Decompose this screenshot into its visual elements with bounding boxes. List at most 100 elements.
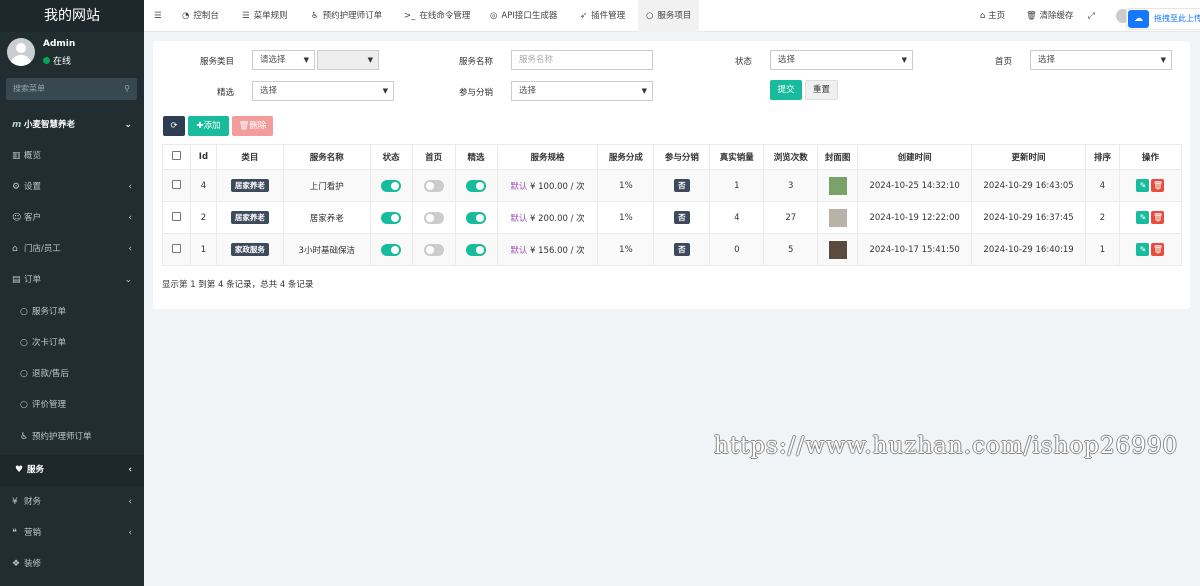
- tab-nurse-orders[interactable]: ♿ 预约护理师订单: [303, 0, 390, 32]
- row-featured: [454, 233, 498, 266]
- header-checkbox-cell[interactable]: [162, 144, 191, 170]
- delete-row-button[interactable]: 🗑: [1151, 211, 1165, 224]
- sidebar-search-input[interactable]: 搜索菜单 ⚲: [6, 78, 137, 100]
- category-select[interactable]: 请选择 ▼: [252, 50, 315, 70]
- featured-toggle[interactable]: [466, 211, 487, 224]
- header-created[interactable]: 创建时间: [857, 144, 973, 170]
- sidebar-item-customers[interactable]: ☺ 客户 ‹: [0, 203, 144, 234]
- circle-icon: ○: [20, 307, 28, 317]
- row-actions: ✎ 🗑: [1118, 169, 1183, 202]
- sidebar-item-services[interactable]: ♥ 服务 ‹: [0, 455, 144, 486]
- distribution-label: 参与分销: [458, 88, 493, 98]
- edit-button[interactable]: ✎: [1136, 211, 1150, 224]
- status-toggle[interactable]: [381, 211, 402, 224]
- distribution-tag: 否: [674, 179, 690, 192]
- header-category: 类目: [215, 144, 284, 170]
- sidebar-item-settings[interactable]: ⚙ 设置 ‹: [0, 172, 144, 203]
- home-button[interactable]: ⌂ 主页: [980, 0, 1005, 32]
- table-row: 1 家政服务 3小时基础保洁 默认 ¥ 156.00 / 次 1% 否 0 5 …: [162, 233, 1183, 266]
- dashboard-icon: ◔: [182, 11, 190, 21]
- delete-button[interactable]: 🗑删除: [232, 116, 273, 136]
- sidebar-item-service-orders[interactable]: ○ 服务订单: [0, 297, 144, 328]
- cover-thumbnail[interactable]: [828, 240, 847, 259]
- status-toggle[interactable]: [381, 243, 402, 256]
- header-views: 浏览次数: [763, 144, 819, 170]
- submit-button[interactable]: 提交: [770, 80, 802, 100]
- distribution-select[interactable]: 选择 ▼: [511, 81, 653, 101]
- sidebar-item-nurse-orders[interactable]: ♿ 预约护理师订单: [0, 422, 144, 453]
- sidebar-item-marketing[interactable]: ❝ 营销 ‹: [0, 518, 144, 549]
- sidebar-item-stores[interactable]: ⌂ 门店/员工 ‹: [0, 234, 144, 265]
- row-spec: 默认 ¥ 156.00 / 次: [496, 233, 599, 266]
- app-logo[interactable]: 我的网站: [0, 0, 144, 32]
- header-id[interactable]: Id: [189, 144, 217, 170]
- rocket-icon: ➶: [580, 11, 588, 21]
- edit-button[interactable]: ✎: [1136, 179, 1150, 192]
- header-home: 首页: [411, 144, 456, 170]
- reset-button[interactable]: 重置: [805, 80, 838, 100]
- sidebar-item-reviews[interactable]: ○ 评价管理: [0, 390, 144, 421]
- header-sort[interactable]: 排序: [1085, 144, 1120, 170]
- featured-select[interactable]: 选择 ▼: [252, 81, 394, 101]
- featured-toggle[interactable]: [466, 243, 487, 256]
- subcategory-select[interactable]: ▼: [317, 50, 379, 70]
- service-name-input[interactable]: 服务名称: [511, 50, 653, 70]
- row-cover: [817, 233, 859, 266]
- row-commission: 1%: [597, 201, 655, 234]
- sidebar-toggle-button[interactable]: ☰: [146, 0, 170, 32]
- cover-thumbnail[interactable]: [828, 176, 847, 195]
- online-dot-icon: [43, 57, 50, 64]
- edit-button[interactable]: ✎: [1136, 243, 1150, 256]
- delete-row-button[interactable]: 🗑: [1151, 243, 1165, 256]
- tab-menu-rules[interactable]: ☰ 菜单规则: [234, 0, 296, 32]
- tab-api-generator[interactable]: ◎ API接口生成器: [482, 0, 565, 32]
- select-all-checkbox[interactable]: [171, 151, 181, 160]
- home-toggle[interactable]: [423, 243, 444, 256]
- clear-cache-button[interactable]: 🗑 清除缓存: [1026, 0, 1074, 32]
- sidebar-item-refunds[interactable]: ○ 退款/售后: [0, 359, 144, 390]
- spec-label: 默认: [510, 213, 528, 224]
- status-toggle[interactable]: [381, 179, 402, 192]
- circle-icon: ○: [20, 369, 28, 379]
- row-checkbox[interactable]: [171, 243, 181, 253]
- home-filter-select[interactable]: 选择 ▼: [1030, 50, 1172, 70]
- add-button[interactable]: ✚添加: [188, 116, 229, 136]
- sidebar-item-orders[interactable]: ▤ 订单 ⌄: [0, 265, 144, 296]
- header-actions: 操作: [1118, 144, 1183, 170]
- row-status: [369, 169, 413, 202]
- header-cover: 封面图: [817, 144, 859, 170]
- sidebar-item-card-orders[interactable]: ○ 次卡订单: [0, 328, 144, 359]
- row-checkbox[interactable]: [171, 179, 181, 189]
- sidebar-item-overview[interactable]: ▥ 概览: [0, 141, 144, 172]
- row-checkbox-cell[interactable]: [162, 169, 191, 202]
- upload-extension-widget[interactable]: ☁ 拖拽至此上传: [1126, 8, 1200, 30]
- header-updated[interactable]: 更新时间: [971, 144, 1087, 170]
- wheelchair-icon: ♿: [20, 432, 29, 442]
- row-distribution: 否: [653, 169, 711, 202]
- tab-plugins[interactable]: ➶ 插件管理: [572, 0, 633, 32]
- tab-dashboard[interactable]: ◔ 控制台: [174, 0, 227, 32]
- featured-toggle[interactable]: [466, 179, 487, 192]
- refresh-button[interactable]: ⟳: [163, 116, 185, 136]
- sidebar-item-finance[interactable]: ¥ 财务 ‹: [0, 487, 144, 518]
- home-toggle[interactable]: [423, 211, 444, 224]
- tab-online-command[interactable]: >_ 在线命令管理: [396, 0, 478, 32]
- user-name: Admin: [43, 39, 76, 49]
- hamburger-icon: ☰: [154, 11, 162, 21]
- caret-down-icon: ▼: [382, 87, 388, 95]
- row-checkbox-cell[interactable]: [162, 233, 191, 266]
- row-distribution: 否: [653, 201, 711, 234]
- row-checkbox[interactable]: [171, 211, 181, 221]
- user-status: 在线: [43, 54, 71, 67]
- sidebar-item-decoration[interactable]: ❖ 装修: [0, 549, 144, 580]
- row-checkbox-cell[interactable]: [162, 201, 191, 234]
- row-created: 2024-10-25 14:32:10: [857, 169, 973, 202]
- cover-thumbnail[interactable]: [828, 208, 847, 227]
- status-select[interactable]: 选择 ▼: [770, 50, 913, 70]
- fullscreen-button[interactable]: ⤢: [1088, 0, 1095, 32]
- sidebar-item-brand[interactable]: m 小麦智慧养老 ⌄: [0, 110, 144, 141]
- tab-service-items[interactable]: ○ 服务项目: [638, 0, 700, 32]
- delete-row-button[interactable]: 🗑: [1151, 179, 1165, 192]
- chevron-left-icon: ‹: [128, 213, 132, 223]
- home-toggle[interactable]: [423, 179, 444, 192]
